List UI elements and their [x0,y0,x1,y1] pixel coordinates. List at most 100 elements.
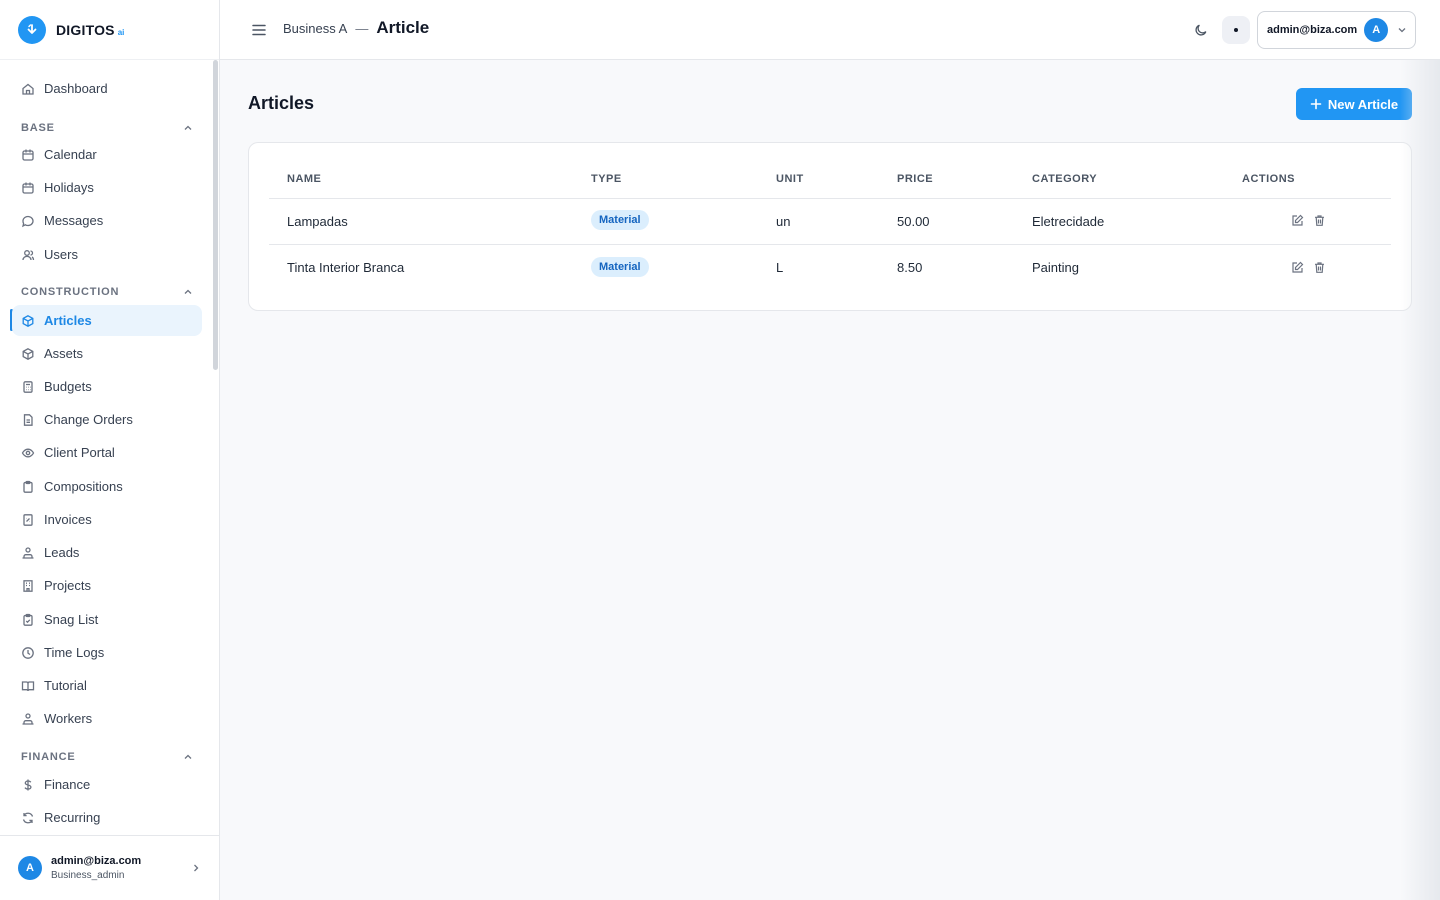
sidebar-item-label: Leads [44,545,80,560]
sidebar-item-label: Dashboard [44,81,108,96]
column-header-unit[interactable]: UNIT [776,173,804,185]
topbar: Business A — Article admin@biza.com A [220,0,1440,60]
user-info: admin@biza.com Business_admin [51,855,141,881]
sidebar-item-dashboard[interactable]: Dashboard [12,73,202,104]
sidebar-item-calendar[interactable]: Calendar [12,139,202,170]
moon-icon[interactable] [1192,21,1210,39]
edit-icon[interactable] [1290,260,1304,274]
brand[interactable]: DIGITOS ai [0,0,219,60]
sidebar-item-assets[interactable]: Assets [12,338,202,369]
sidebar-item-label: Client Portal [44,445,115,460]
clipboard-check-icon [21,613,35,627]
users-icon [21,248,35,262]
articles-table: NAME TYPE UNIT PRICE CATEGORY ACTIONS La… [248,142,1412,311]
section-title: CONSTRUCTION [21,286,120,298]
box-icon [21,347,35,361]
sidebar-item-snag-list[interactable]: Snag List [12,604,202,635]
breadcrumb-business[interactable]: Business A [283,21,347,36]
sidebar-item-label: Finance [44,777,91,792]
sidebar-item-budgets[interactable]: Budgets [12,371,202,402]
new-article-label: New Article [1327,96,1399,112]
sidebar-item-label: Holidays [44,180,94,195]
menu-toggle-icon[interactable] [250,21,268,39]
sidebar-item-projects[interactable]: Projects [12,570,202,601]
brand-logo-icon [18,15,46,44]
sidebar-item-compositions[interactable]: Compositions [12,471,202,502]
sidebar-item-finance[interactable]: Finance [12,769,202,800]
user-menu[interactable]: A admin@biza.com Business_admin [0,835,219,900]
chevron-up-icon [183,752,193,762]
edge-shadow [1400,60,1440,900]
sidebar-item-label: Change Orders [44,412,133,427]
edit-icon[interactable] [1290,213,1304,227]
sidebar-item-leads[interactable]: Leads [12,537,202,568]
sidebar-item-time-logs[interactable]: Time Logs [12,637,202,668]
sidebar-item-label: Projects [44,578,91,593]
sidebar-item-tutorial[interactable]: Tutorial [12,670,202,701]
sidebar-item-users[interactable]: Users [12,239,202,270]
cell-unit: un [776,214,791,229]
type-badge: Material [591,257,649,277]
refresh-icon [21,811,35,825]
table-divider [269,244,1391,245]
sidebar-item-label: Snag List [44,612,99,627]
message-icon [21,214,35,228]
chevron-up-icon [183,123,193,133]
section-base[interactable]: BASE [21,120,193,136]
table-divider [269,198,1391,199]
calendar-icon [21,181,35,195]
invoice-icon [21,513,35,527]
page-title-breadcrumb: Article [376,18,430,37]
cell-name: Lampadas [287,214,348,229]
network-icon [21,546,35,560]
column-header-actions: ACTIONS [1242,173,1295,185]
cell-category: Painting [1032,260,1079,275]
cell-price: 8.50 [897,260,923,275]
notification-dot-button[interactable] [1222,16,1250,44]
avatar: A [18,856,42,880]
column-header-type[interactable]: TYPE [591,173,622,185]
cell-price: 50.00 [897,214,930,229]
section-title: FINANCE [21,751,76,763]
avatar: A [1364,18,1389,42]
cell-unit: L [776,260,784,275]
breadcrumb: Business A — Article [283,18,429,38]
account-dropdown[interactable]: admin@biza.com A [1257,11,1416,49]
calculator-icon [21,380,35,394]
sidebar-item-label: Tutorial [44,678,87,693]
account-email: admin@biza.com [1267,24,1358,36]
clock-icon [21,646,35,660]
cell-category: Eletrecidade [1032,214,1105,229]
column-header-price[interactable]: PRICE [897,173,933,185]
column-header-category[interactable]: CATEGORY [1032,173,1097,185]
chevron-up-icon [183,287,193,297]
scrollbar-thumb[interactable] [213,60,218,370]
sidebar-item-client-portal[interactable]: Client Portal [12,437,202,468]
sidebar-item-messages[interactable]: Messages [12,205,202,236]
sidebar-item-invoices[interactable]: Invoices [12,504,202,535]
box-icon [21,314,35,328]
sidebar-item-recurring[interactable]: Recurring [12,802,202,833]
sidebar-item-label: Calendar [44,147,97,162]
sidebar-item-label: Compositions [44,479,123,494]
new-article-button[interactable]: New Article [1296,88,1412,120]
sidebar-item-workers[interactable]: Workers [12,703,202,734]
sidebar-item-articles[interactable]: Articles [12,305,202,336]
section-title: BASE [21,122,55,134]
cell-name: Tinta Interior Branca [287,260,405,275]
sidebar-scrollbar[interactable] [213,60,218,835]
dollar-icon [21,778,35,792]
network-icon [21,712,35,726]
section-finance[interactable]: FINANCE [21,749,193,765]
sidebar-item-label: Workers [44,711,93,726]
sidebar-item-holidays[interactable]: Holidays [12,172,202,203]
trash-icon[interactable] [1312,213,1326,227]
sidebar: DIGITOS ai Dashboard BASE Calendar Holid… [0,0,220,900]
sidebar-item-change-orders[interactable]: Change Orders [12,404,202,435]
section-construction[interactable]: CONSTRUCTION [21,284,193,300]
type-badge: Material [591,210,649,230]
chevron-down-icon [1397,25,1407,35]
column-header-name[interactable]: NAME [287,173,321,185]
trash-icon[interactable] [1312,260,1326,274]
document-icon [21,413,35,427]
